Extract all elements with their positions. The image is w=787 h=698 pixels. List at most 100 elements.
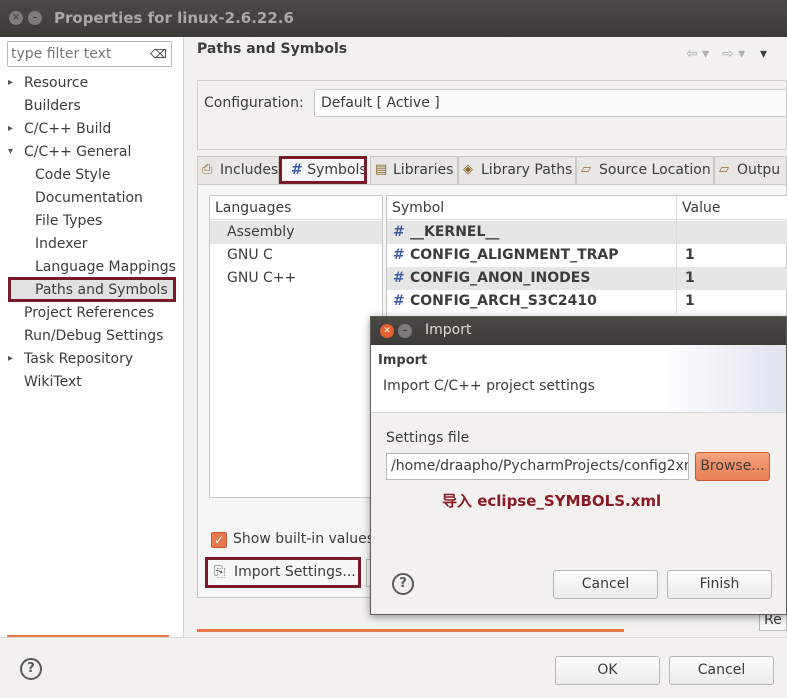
tree-item-builders[interactable]: Builders — [24, 95, 81, 117]
page-title: Paths and Symbols — [197, 41, 348, 57]
tree-item-label: Code Style — [35, 167, 111, 183]
tab-symbols[interactable]: # Symbols — [279, 156, 367, 184]
symbol-name: __KERNEL__ — [410, 224, 500, 240]
expand-arrow-icon[interactable]: ▸ — [8, 72, 13, 94]
right-scroll-indicator — [197, 629, 624, 632]
symbol-value: 1 — [685, 293, 695, 309]
tree-item-code-style[interactable]: Code Style — [35, 164, 110, 186]
table-row[interactable]: # CONFIG_ALIGNMENT_TRAP 1 — [387, 244, 787, 267]
tree-item-c-c-build[interactable]: C/C++ Build — [24, 118, 111, 140]
symbol-name: CONFIG_ALIGNMENT_TRAP — [410, 247, 619, 263]
library-paths-icon: ◈ — [463, 162, 473, 177]
filter-input[interactable] — [11, 44, 149, 64]
tree-item-indexer[interactable]: Indexer — [35, 233, 87, 255]
language-item[interactable]: Assembly — [210, 221, 382, 244]
tree-item-label: Project References — [24, 305, 155, 321]
expand-arrow-icon[interactable]: ▸ — [8, 118, 13, 140]
tree-item-c-c-general[interactable]: C/C++ General — [24, 141, 131, 163]
close-icon[interactable]: ✕ — [9, 11, 23, 25]
back-nav-icon[interactable]: ⇦ ▾ — [686, 46, 709, 62]
tab-source-location[interactable]: ▱ Source Location — [576, 156, 714, 184]
help-icon[interactable]: ? — [20, 658, 42, 680]
languages-list: Languages Assembly GNU C GNU C++ — [209, 195, 383, 498]
tree-item-label: C/C++ Build — [24, 121, 112, 137]
dialog-header-description: Import C/C++ project settings — [383, 378, 595, 394]
output-folder-icon: ▱ — [719, 162, 729, 177]
tab-libraries[interactable]: ▤ Libraries — [370, 156, 458, 184]
tree-item-paths-and-symbols[interactable]: Paths and Symbols — [35, 279, 168, 301]
language-item[interactable]: GNU C — [210, 244, 382, 267]
symbol-icon: # — [393, 224, 405, 240]
folder-icon: ▱ — [581, 162, 591, 177]
value-column-header[interactable]: Value — [682, 196, 720, 220]
symbols-table-header: Symbol Value — [387, 196, 787, 220]
configuration-select[interactable]: Default [ Active ] — [314, 89, 787, 117]
column-divider — [676, 196, 677, 220]
properties-window: ✕ – Properties for linux-2.6.22.6 ⌫ Reso… — [0, 0, 787, 698]
import-icon: ⎘ — [214, 564, 226, 580]
hash-icon: # — [291, 162, 303, 178]
dialog-close-icon[interactable]: ✕ — [380, 324, 394, 338]
tree-item-label: WikiText — [24, 374, 82, 390]
table-row[interactable]: # __KERNEL__ — [387, 221, 787, 244]
show-builtin-checkbox[interactable]: ✓ — [211, 532, 227, 548]
includes-icon: ⎙ — [202, 162, 213, 177]
column-divider — [676, 221, 677, 244]
dialog-minimize-icon[interactable]: – — [398, 324, 412, 338]
language-item[interactable]: GNU C++ — [210, 267, 382, 290]
ok-button[interactable]: OK — [555, 656, 660, 685]
configuration-label: Configuration: — [204, 95, 304, 111]
import-settings-button[interactable]: ⎘ Import Settings... — [205, 557, 361, 588]
column-divider — [676, 244, 677, 267]
dialog-title: Import — [425, 322, 472, 338]
window-title: Properties for linux-2.6.22.6 — [54, 9, 294, 27]
symbol-name: CONFIG_ARCH_S3C2410 — [410, 293, 597, 309]
tab-library-paths[interactable]: ◈ Library Paths — [458, 156, 576, 184]
settings-tabs: ⎙ Includes # Symbols ▤ Libraries ◈ Library … — [197, 156, 787, 184]
dialog-header-title: Import — [378, 353, 428, 368]
tree-item-file-types[interactable]: File Types — [35, 210, 102, 232]
dialog-help-icon[interactable]: ? — [392, 573, 414, 595]
tree-item-language-mappings[interactable]: Language Mappings — [35, 256, 176, 278]
tab-includes[interactable]: ⎙ Includes — [197, 156, 279, 184]
tab-label: Includes — [220, 162, 279, 178]
symbol-icon: # — [393, 270, 405, 286]
tree-item-resource[interactable]: Resource — [24, 72, 88, 94]
table-row[interactable]: # CONFIG_ARCH_S3C2410 1 — [387, 290, 787, 313]
collapse-arrow-icon[interactable]: ▾ — [8, 141, 13, 163]
languages-header: Languages — [210, 196, 382, 220]
symbol-value: 1 — [685, 247, 695, 263]
tree-item-label: Builders — [24, 98, 81, 114]
expand-arrow-icon[interactable]: ▸ — [8, 348, 13, 370]
tree-item-task-repository[interactable]: Task Repository — [24, 348, 133, 370]
symbol-value: 1 — [685, 270, 695, 286]
symbol-column-header[interactable]: Symbol — [392, 196, 444, 220]
tree-item-run-debug-settings[interactable]: Run/Debug Settings — [24, 325, 163, 347]
clear-filter-icon[interactable]: ⌫ — [150, 47, 167, 61]
cancel-button[interactable]: Cancel — [669, 656, 774, 685]
tab-label: Source Location — [599, 162, 711, 178]
settings-file-input[interactable]: /home/draapho/PycharmProjects/config2xml… — [386, 453, 689, 480]
table-row[interactable]: # CONFIG_ANON_INODES 1 — [387, 267, 787, 290]
filter-box[interactable]: ⌫ — [7, 41, 172, 67]
column-divider — [676, 267, 677, 290]
category-tree-panel: ⌫ Resource ▸ Builders C/C++ Build ▸ C/C++ Gen… — [0, 37, 184, 638]
tree-item-wikitext[interactable]: WikiText — [24, 371, 82, 393]
tree-item-project-references[interactable]: Project References — [24, 302, 154, 324]
tree-item-documentation[interactable]: Documentation — [35, 187, 143, 209]
tree-item-label: Paths and Symbols — [35, 282, 168, 298]
forward-nav-icon[interactable]: ⇨ ▾ — [722, 46, 745, 62]
finish-button[interactable]: Finish — [667, 570, 772, 599]
symbol-icon: # — [393, 247, 405, 263]
tab-label: Library Paths — [481, 162, 573, 178]
tree-item-label: Documentation — [35, 190, 143, 206]
view-menu-icon[interactable]: ▾ — [760, 46, 767, 62]
minimize-icon[interactable]: – — [28, 11, 42, 25]
symbol-name: CONFIG_ANON_INODES — [410, 270, 591, 286]
tab-output-location[interactable]: ▱ Outpu — [714, 156, 787, 184]
dialog-cancel-button[interactable]: Cancel — [553, 570, 658, 599]
symbol-icon: # — [393, 293, 405, 309]
tree-item-label: Indexer — [35, 236, 88, 252]
browse-button[interactable]: Browse... — [695, 452, 770, 481]
tab-label: Libraries — [393, 162, 454, 178]
